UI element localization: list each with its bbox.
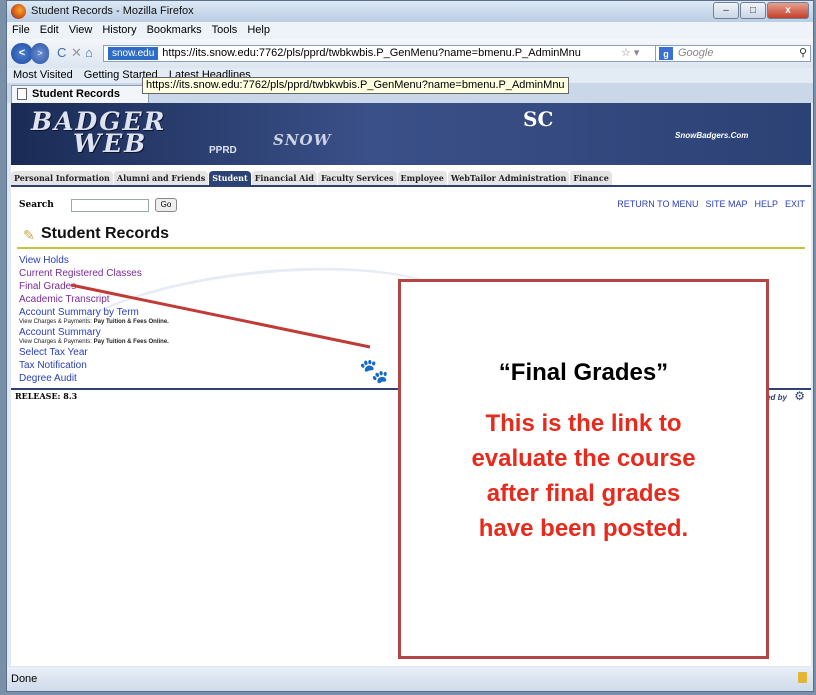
web-logo-text: WEB [73,129,148,158]
status-text: Done [11,673,38,685]
sungard-logo-icon: ⚙ [794,389,805,403]
google-icon[interactable]: g [659,47,673,60]
lock-icon[interactable] [798,672,807,683]
banner-tabs: Personal Information Alumni and Friends St… [11,171,811,185]
badgerweb-banner: BADGER WEB PPRD SNOW SC SnowBadgers.Com [11,103,811,165]
minimize-button[interactable]: – [713,2,739,19]
status-bar: Done [7,667,813,691]
site-search-input[interactable] [71,199,149,212]
callout-title: “Final Grades” [498,359,669,386]
pprd-label: PPRD [209,145,237,156]
callout-line: have been posted. [478,515,689,542]
window-title: Student Records - Mozilla Firefox [31,5,194,17]
student-records-menu: View Holds Current Registered Classes Fi… [19,254,169,385]
snow-logo: SNOW [273,131,332,149]
callout-line: after final grades [486,480,681,507]
menu-file[interactable]: File [12,22,30,39]
tab-label: Student Records [32,88,121,100]
top-links: RETURN TO MENU SITE MAP HELP EXIT [610,199,805,209]
menu-tools[interactable]: Tools [212,22,238,39]
tab-webtailor-administration[interactable]: WebTailor Administration [447,171,570,185]
search-label: Search [19,200,54,210]
release-label: RELEASE: 8.3 [15,391,78,401]
callout-body: This is the link to evaluate the course … [401,406,766,546]
paw-icon: 🐾 [359,358,389,385]
site-map-link[interactable]: SITE MAP [705,199,747,209]
tab-faculty-services[interactable]: Faculty Services [317,171,397,185]
menu-link-final-grades[interactable]: Final Grades [19,280,169,293]
callout-line: evaluate the course [471,445,696,472]
menu-link-academic-transcript[interactable]: Academic Transcript [19,293,169,306]
tab-personal-information[interactable]: Personal Information [11,171,113,185]
menu-help[interactable]: Help [247,22,270,39]
menu-link-select-tax-year[interactable]: Select Tax Year [19,346,169,359]
menu-subtext: View Charges & Payments: Pay Tuition & F… [19,319,169,325]
menu-link-tax-notification[interactable]: Tax Notification [19,359,169,372]
close-button[interactable]: x [767,2,809,19]
menu-bookmarks[interactable]: Bookmarks [147,22,202,39]
url-bar[interactable]: snow.edu https://its.snow.edu:7762/pls/pp… [103,45,711,62]
title-decoration-icon: ✎ [23,227,35,243]
tab-alumni-and-friends[interactable]: Alumni and Friends [113,171,209,185]
sc-logo: SC [523,107,554,131]
bookmark-most-visited[interactable]: Most Visited [13,69,73,81]
help-link[interactable]: HELP [754,199,778,209]
title-rule [17,247,805,249]
navigation-toolbar: < > C ✕ ⌂ snow.edu https://its.snow.edu:7… [7,39,813,68]
tab-employee[interactable]: Employee [397,171,447,185]
menu-link-degree-audit[interactable]: Degree Audit [19,372,169,385]
menu-link-account-summary[interactable]: Account Summary [19,326,169,339]
home-icon[interactable]: ⌂ [85,45,93,60]
menu-history[interactable]: History [102,22,136,39]
callout-line: This is the link to [485,410,682,437]
page-title: Student Records [41,225,170,242]
firefox-icon [11,4,26,19]
site-identity-badge[interactable]: snow.edu [108,47,159,60]
search-box[interactable]: g Google ⚲ [655,45,811,62]
url-text: https://its.snow.edu:7762/pls/pprd/twbkw… [162,47,581,59]
magnifier-icon[interactable]: ⚲ [799,46,807,61]
go-button[interactable]: Go [155,198,177,212]
menu-subtext: View Charges & Payments: Pay Tuition & F… [19,339,169,345]
menu-view[interactable]: View [69,22,93,39]
snowbadgers-logo[interactable]: SnowBadgers.Com [675,131,748,140]
menu-link-account-summary-by-term[interactable]: Account Summary by Term [19,306,169,319]
window-controls: – □ x [713,2,809,19]
reload-icon[interactable]: C [57,45,66,60]
stop-icon[interactable]: ✕ [71,45,82,61]
back-button[interactable]: < [11,43,33,64]
url-tooltip: https://its.snow.edu:7762/pls/pprd/twbkw… [142,77,569,94]
tab-financial-aid[interactable]: Financial Aid [251,171,317,185]
menu-link-view-holds[interactable]: View Holds [19,254,169,267]
forward-button[interactable]: > [31,43,49,64]
return-to-menu-link[interactable]: RETURN TO MENU [617,199,698,209]
maximize-button[interactable]: □ [740,2,766,19]
menu-bar: File Edit View History Bookmarks Tools H… [7,22,813,39]
title-bar: Student Records - Mozilla Firefox – □ x [7,1,813,22]
tab-student[interactable]: Student [209,171,251,185]
search-placeholder: Google [678,47,714,59]
bookmark-star-icon[interactable]: ☆ ▾ [621,46,639,59]
tab-divider [11,185,811,187]
exit-link[interactable]: EXIT [785,199,805,209]
annotation-callout: “Final Grades” This is the link to evalu… [398,279,769,659]
tab-student-records[interactable]: Student Records [11,85,149,103]
page-icon [17,88,27,100]
tab-finance[interactable]: Finance [570,171,612,185]
menu-link-current-registered-classes[interactable]: Current Registered Classes [19,267,169,280]
menu-edit[interactable]: Edit [40,22,59,39]
